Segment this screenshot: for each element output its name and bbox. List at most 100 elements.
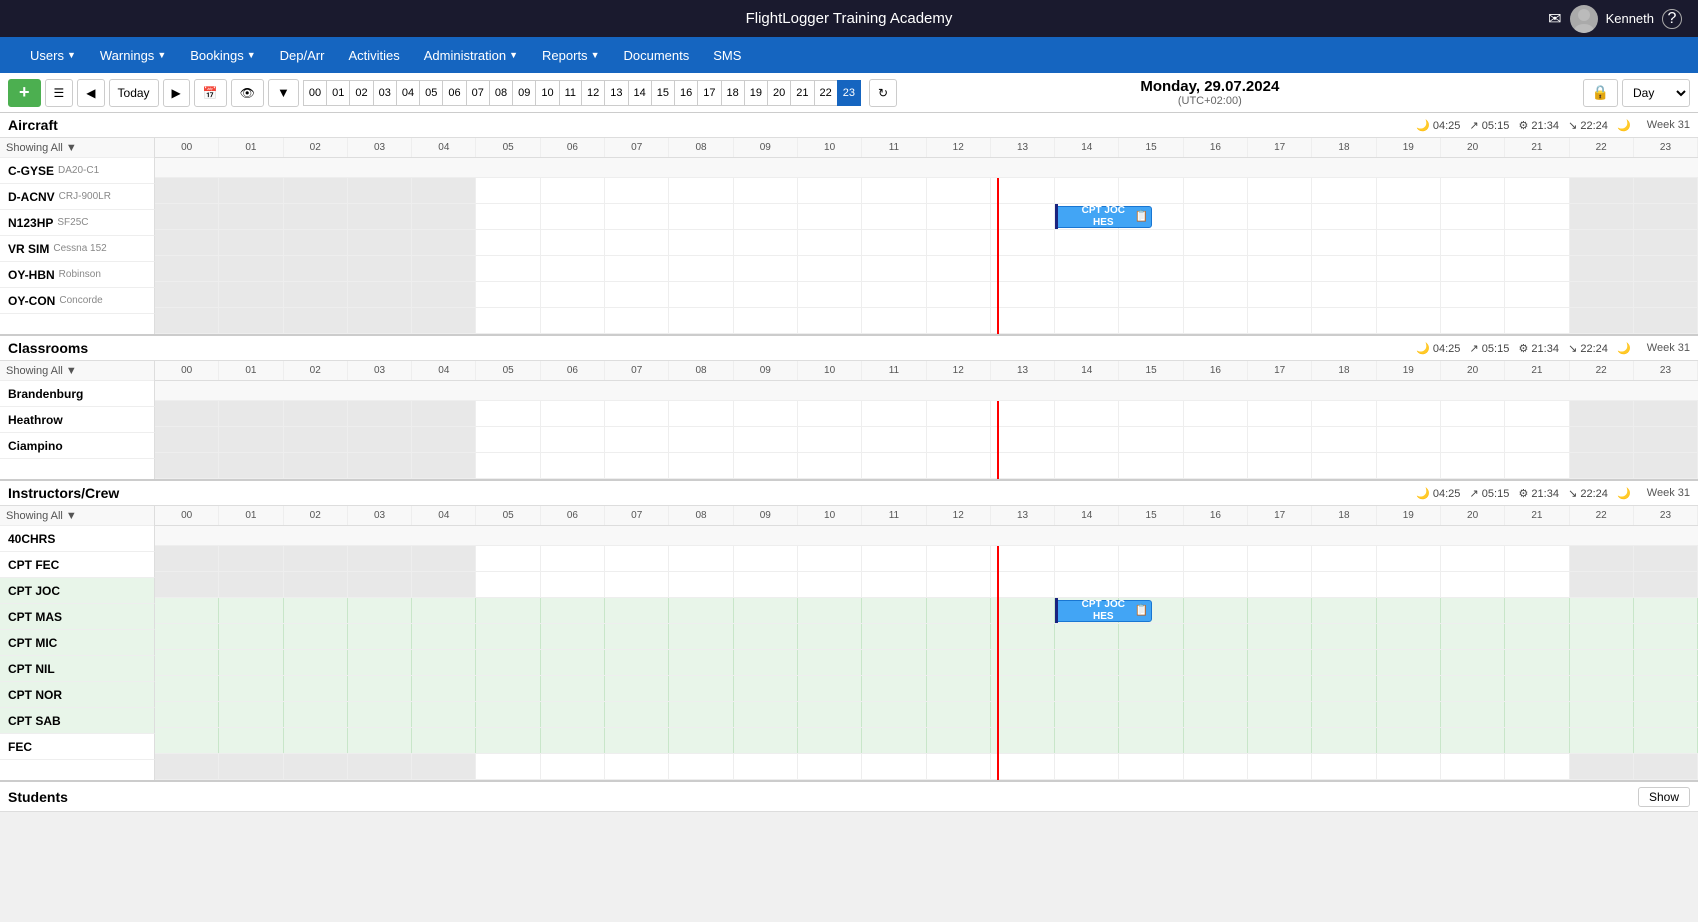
hour-tab-14[interactable]: 14 [628,80,651,106]
grid-cell-0-9 [734,178,798,203]
hour-tab-00[interactable]: 00 [303,80,326,106]
grid-cell-1-2 [284,572,348,597]
nav-deparr[interactable]: Dep/Arr [270,42,335,69]
hour-tab-03[interactable]: 03 [373,80,396,106]
grid-cell-1-21 [1505,204,1569,229]
hour-tab-07[interactable]: 07 [466,80,489,106]
nav-activities[interactable]: Activities [338,42,409,69]
help-icon[interactable]: ? [1662,9,1682,29]
hour-tab-23[interactable]: 23 [837,80,861,106]
event-icon: 📋 [1135,604,1149,617]
grid-cell-2-12 [927,598,991,623]
grid-cell-2-23 [1634,230,1698,255]
grid-cell-2-15 [1119,230,1183,255]
hour-tab-21[interactable]: 21 [790,80,813,106]
grid-cell-1-23 [1634,427,1698,452]
students-show-button[interactable]: Show [1638,787,1690,807]
grid-cell-2-1 [219,598,283,623]
hour-tab-13[interactable]: 13 [604,80,627,106]
grid-cell-0-15 [1119,178,1183,203]
grid-cell-3-9 [734,624,798,649]
nav-warnings[interactable]: Warnings ▼ [90,42,176,69]
grid-cell-4-8 [669,650,733,675]
grid-cell-5-7 [605,676,669,701]
grid-cell-3-3 [348,624,412,649]
hour-tab-05[interactable]: 05 [419,80,442,106]
hour-cell-16: 16 [1184,361,1248,380]
nav-bookings[interactable]: Bookings ▼ [180,42,265,69]
grid-cell-3-12 [927,256,991,281]
grid-cell-4-22 [1570,282,1634,307]
hour-tab-06[interactable]: 06 [442,80,465,106]
event-block-1[interactable]: CPT JOCHES📋 [1055,206,1151,228]
grid-cell-1-8 [669,572,733,597]
lock-button[interactable]: 🔒 [1583,79,1618,107]
view-select[interactable]: Day Week Month [1622,79,1690,107]
list-view-button[interactable]: ☰ [45,79,74,107]
refresh-button[interactable]: ↻ [869,79,897,107]
mail-icon[interactable]: ✉ [1548,9,1561,29]
nav-users[interactable]: Users ▼ [20,42,86,69]
add-button[interactable]: + [8,79,41,107]
grid-cell-6-15 [1119,702,1183,727]
grid-cell-1-4 [412,572,476,597]
grid-cell-1-12 [927,572,991,597]
instructor-row-cptsab: CPT SAB [0,708,155,734]
prev-button[interactable]: ◀ [77,79,104,107]
grid-cell-7-7 [605,728,669,753]
grid-cell-2-5 [476,598,540,623]
aircraft-section: Aircraft 🌙 04:25 ↗ 05:15 ⚙ 21:34 ↘ 22:24… [0,113,1698,336]
hour-tab-04[interactable]: 04 [396,80,419,106]
aircraft-header: Aircraft 🌙 04:25 ↗ 05:15 ⚙ 21:34 ↘ 22:24… [0,113,1698,138]
instructors-showing-all-grid [155,526,1698,546]
grid-cell-4-13 [991,650,1055,675]
user-name: Kenneth [1606,11,1654,26]
grid-cell-5-1 [219,676,283,701]
hour-cell-20: 20 [1441,506,1505,525]
hour-tab-10[interactable]: 10 [535,80,558,106]
grid-cell-5-17 [1248,676,1312,701]
hour-tab-17[interactable]: 17 [697,80,720,106]
date-display: Monday, 29.07.2024 (UTC+02:00) [1140,78,1279,107]
nav-documents[interactable]: Documents [613,42,699,69]
hour-tab-19[interactable]: 19 [744,80,767,106]
hour-tab-22[interactable]: 22 [814,80,837,106]
grid-cell-7-18 [1312,728,1376,753]
nav-reports[interactable]: Reports ▼ [532,42,609,69]
grid-cell-2-20 [1441,598,1505,623]
grid-cell-0-10 [798,401,862,426]
today-button[interactable]: Today [109,79,159,107]
hour-tab-15[interactable]: 15 [651,80,674,106]
aircraft-showing-all-grid [155,158,1698,178]
grid-cell-2-13 [991,453,1055,478]
calendar-button[interactable]: 📅 [194,79,227,107]
grid-cell-1-16 [1184,427,1248,452]
eye-button[interactable]: 👁 [231,79,264,107]
nav-administration[interactable]: Administration ▼ [414,42,528,69]
hour-tab-16[interactable]: 16 [674,80,697,106]
classrooms-section: Classrooms 🌙 04:25 ↗ 05:15 ⚙ 21:34 ↘ 22:… [0,336,1698,481]
aircraft-hour-header: 0001020304050607080910111213141516171819… [155,138,1698,158]
hour-tab-08[interactable]: 08 [489,80,512,106]
hour-cell-01: 01 [219,361,283,380]
grid-cell-5-14 [1055,308,1119,333]
next-button[interactable]: ▶ [163,79,190,107]
hour-tab-20[interactable]: 20 [767,80,790,106]
filter-button[interactable]: ▼ [268,79,299,107]
grid-cell-1-11 [862,572,926,597]
grid-cell-2-1 [219,453,283,478]
hour-tab-02[interactable]: 02 [349,80,372,106]
grid-cell-4-8 [669,282,733,307]
grid-cell-6-10 [798,702,862,727]
hour-tab-12[interactable]: 12 [581,80,604,106]
grid-cell-7-3 [348,728,412,753]
hour-tab-09[interactable]: 09 [512,80,535,106]
grid-cell-8-1 [219,754,283,779]
hour-tab-11[interactable]: 11 [559,80,581,106]
nav-sms[interactable]: SMS [703,42,751,69]
grid-cell-4-14 [1055,282,1119,307]
hour-tab-01[interactable]: 01 [326,80,349,106]
aircraft-row-dacnv: D-ACNV CRJ-900LR [0,184,155,210]
hour-tab-18[interactable]: 18 [721,80,744,106]
event-block-2[interactable]: CPT JOCHES📋 [1055,600,1151,622]
